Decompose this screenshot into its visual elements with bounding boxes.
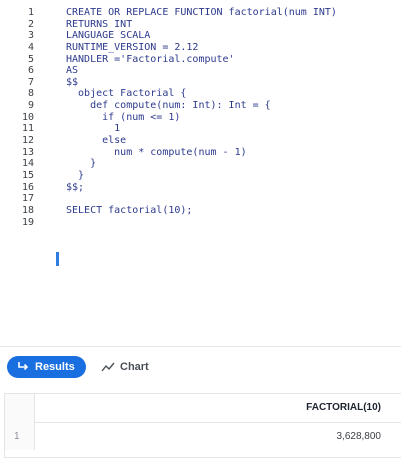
tab-results-label: Results bbox=[35, 361, 75, 373]
code-line[interactable]: HANDLER ='Factorial.compute' bbox=[66, 54, 401, 66]
line-number: 8 bbox=[27, 88, 34, 100]
line-number: 1 bbox=[27, 7, 34, 18]
code-line[interactable]: $$ bbox=[66, 77, 401, 89]
table-row[interactable]: 1 3,628,800 bbox=[5, 422, 401, 450]
tab-results[interactable]: Results bbox=[7, 356, 86, 378]
line-number: 10 bbox=[21, 111, 34, 123]
line-number: 13 bbox=[21, 146, 34, 158]
line-number: 3 bbox=[27, 30, 34, 42]
code-line[interactable]: RUNTIME_VERSION = 2.12 bbox=[66, 42, 401, 54]
code-editor[interactable]: 1 2 3 4 5 6 7 8 9 10 11 12 13 14 15 16 1… bbox=[0, 0, 401, 346]
code-line[interactable]: $$; bbox=[66, 182, 401, 194]
code-line[interactable]: } bbox=[66, 170, 401, 182]
return-arrow-icon bbox=[17, 361, 29, 373]
line-number: 4 bbox=[27, 41, 34, 53]
line-number: 11 bbox=[21, 123, 34, 135]
code-line[interactable]: CREATE OR REPLACE FUNCTION factorial(num… bbox=[66, 7, 401, 19]
code-line[interactable]: RETURNS INT bbox=[66, 19, 401, 31]
code-line[interactable] bbox=[66, 217, 401, 229]
line-number: 18 bbox=[21, 204, 34, 216]
code-line[interactable]: else bbox=[66, 135, 401, 147]
line-number: 17 bbox=[21, 193, 34, 205]
column-header[interactable]: FACTORIAL(10) bbox=[34, 394, 401, 423]
code-line[interactable]: def compute(num: Int): Int = { bbox=[66, 100, 401, 112]
code-line[interactable]: SELECT factorial(10); bbox=[66, 205, 401, 217]
line-number: 15 bbox=[21, 169, 34, 181]
row-number: 1 bbox=[5, 422, 35, 450]
code-line[interactable]: num * compute(num - 1) bbox=[66, 147, 401, 159]
row-number-header bbox=[5, 394, 35, 422]
results-toolbar: Results Chart bbox=[0, 346, 401, 386]
code-line[interactable]: LANGUAGE SCALA bbox=[66, 30, 401, 42]
code-lines[interactable]: CREATE OR REPLACE FUNCTION factorial(num… bbox=[66, 7, 401, 228]
results-grid[interactable]: FACTORIAL(10) 1 3,628,800 bbox=[4, 393, 401, 458]
line-number: 19 bbox=[21, 216, 34, 228]
code-line[interactable]: 1 bbox=[66, 123, 401, 135]
line-number: 7 bbox=[27, 76, 34, 88]
code-line[interactable]: AS bbox=[66, 65, 401, 77]
line-number: 2 bbox=[27, 18, 34, 30]
tab-chart-label: Chart bbox=[120, 361, 149, 373]
table-cell[interactable]: 3,628,800 bbox=[34, 422, 401, 450]
code-line[interactable] bbox=[66, 193, 401, 205]
code-line[interactable]: object Factorial { bbox=[66, 88, 401, 100]
line-number: 6 bbox=[27, 65, 34, 77]
line-number: 12 bbox=[21, 135, 34, 147]
code-line[interactable]: if (num <= 1) bbox=[66, 112, 401, 124]
active-line-indicator bbox=[56, 252, 59, 266]
line-number: 14 bbox=[21, 158, 34, 170]
line-number: 9 bbox=[27, 100, 34, 112]
line-number: 5 bbox=[27, 53, 34, 65]
line-number-gutter: 1 2 3 4 5 6 7 8 9 10 11 12 13 14 15 16 1… bbox=[0, 7, 42, 228]
line-chart-icon bbox=[101, 361, 115, 373]
line-number: 16 bbox=[21, 181, 34, 193]
tab-chart[interactable]: Chart bbox=[101, 356, 149, 378]
code-line[interactable]: } bbox=[66, 158, 401, 170]
